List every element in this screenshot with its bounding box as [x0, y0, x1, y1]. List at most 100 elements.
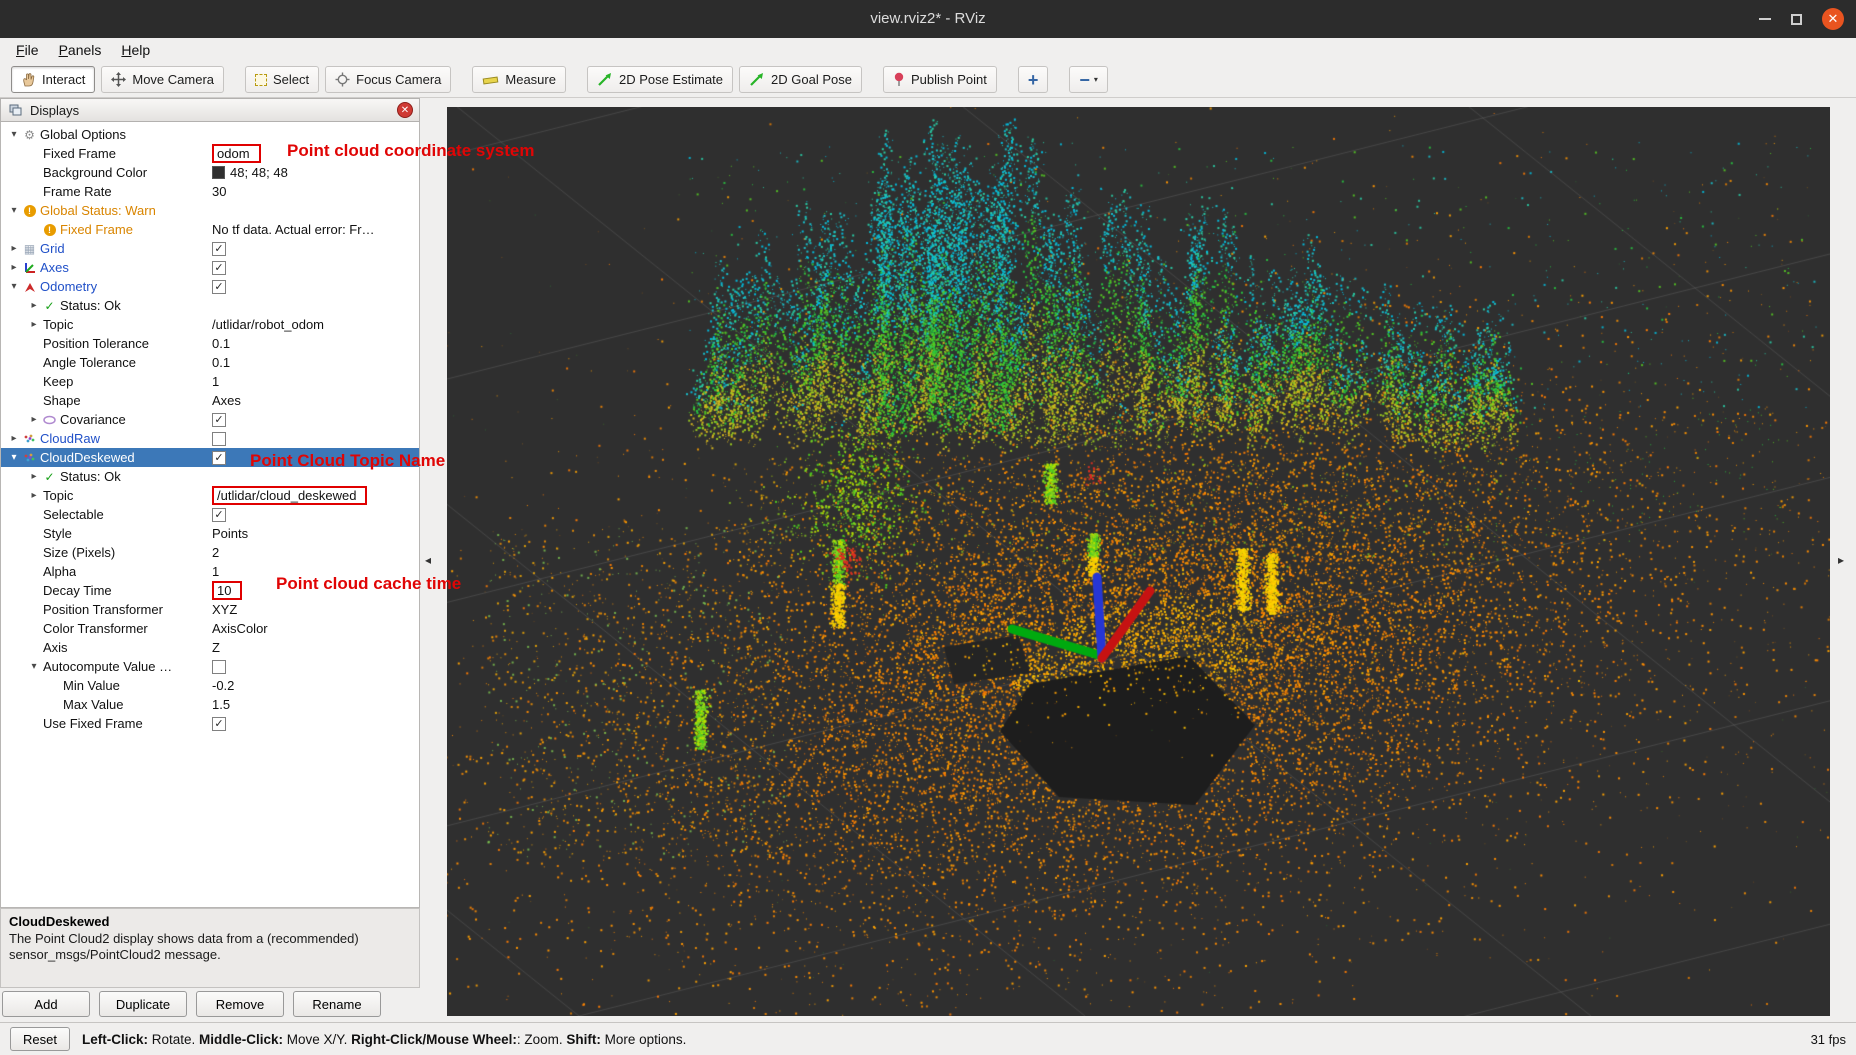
tree-row-position-tolerance[interactable]: Position Tolerance0.1	[1, 334, 419, 353]
property-value[interactable]: /utlidar/cloud_deskewed	[212, 486, 417, 505]
tool-remove-tool[interactable]: −▾	[1069, 66, 1108, 93]
collapse-arrow-icon[interactable]: ▸	[27, 300, 41, 311]
property-value[interactable]: 1	[212, 372, 417, 391]
menu-file[interactable]: File	[8, 40, 47, 60]
expand-arrow-icon[interactable]: ▾	[7, 281, 21, 292]
property-value[interactable]	[212, 429, 417, 448]
tree-row-style[interactable]: StylePoints	[1, 524, 419, 543]
panel-close-icon[interactable]: ✕	[397, 102, 413, 118]
tree-row-odometry[interactable]: ▾Odometry✓	[1, 277, 419, 296]
tree-row-grid[interactable]: ▸▦Grid✓	[1, 239, 419, 258]
tool-interact[interactable]: Interact	[11, 66, 95, 93]
property-value[interactable]: XYZ	[212, 600, 417, 619]
tree-row-selectable[interactable]: Selectable✓	[1, 505, 419, 524]
collapse-arrow-icon[interactable]: ▸	[27, 319, 41, 330]
property-value[interactable]: ✓	[212, 239, 417, 258]
tree-row-angle-tolerance[interactable]: Angle Tolerance0.1	[1, 353, 419, 372]
collapse-arrow-icon[interactable]: ▸	[27, 471, 41, 482]
checkbox-unchecked[interactable]	[212, 660, 226, 674]
tree-row-cloudraw[interactable]: ▸CloudRaw	[1, 429, 419, 448]
property-value[interactable]: AxisColor	[212, 619, 417, 638]
property-value[interactable]: Z	[212, 638, 417, 657]
tool-move-camera[interactable]: Move Camera	[101, 66, 224, 93]
tool-measure[interactable]: Measure	[472, 66, 566, 93]
tree-row-frame-rate[interactable]: Frame Rate30	[1, 182, 419, 201]
collapse-arrow-icon[interactable]: ▸	[27, 490, 41, 501]
menu-help[interactable]: Help	[113, 40, 158, 60]
collapse-right-icon[interactable]: ▸	[1838, 553, 1844, 567]
property-value[interactable]: 30	[212, 182, 417, 201]
tree-row-size-pixels[interactable]: Size (Pixels)2	[1, 543, 419, 562]
tree-row-axes[interactable]: ▸Axes✓	[1, 258, 419, 277]
duplicate-button[interactable]: Duplicate	[99, 991, 187, 1017]
panel-splitter[interactable]: ◂	[420, 98, 447, 1022]
checkbox-unchecked[interactable]	[212, 432, 226, 446]
property-value[interactable]: ✓	[212, 505, 417, 524]
tree-row-status-ok[interactable]: ▸✓Status: Ok	[1, 296, 419, 315]
minimize-icon[interactable]	[1759, 18, 1771, 20]
expand-arrow-icon[interactable]: ▾	[7, 452, 21, 463]
property-value[interactable]: 48; 48; 48	[212, 163, 417, 182]
property-value[interactable]: No tf data. Actual error: Fr…	[212, 220, 417, 239]
checkbox-checked[interactable]: ✓	[212, 508, 226, 522]
tree-row-topic[interactable]: ▸Topic/utlidar/robot_odom	[1, 315, 419, 334]
tool-select[interactable]: Select	[245, 66, 319, 93]
property-value[interactable]: Points	[212, 524, 417, 543]
tree-row-shape[interactable]: ShapeAxes	[1, 391, 419, 410]
tool-publish-point[interactable]: Publish Point	[883, 66, 997, 93]
checkbox-checked[interactable]: ✓	[212, 280, 226, 294]
tree-row-fixed-frame[interactable]: !Fixed FrameNo tf data. Actual error: Fr…	[1, 220, 419, 239]
property-value[interactable]: 0.1	[212, 353, 417, 372]
collapse-arrow-icon[interactable]: ▸	[27, 414, 41, 425]
collapse-left-icon[interactable]: ◂	[425, 553, 431, 567]
rename-button[interactable]: Rename	[293, 991, 381, 1017]
title-bar[interactable]: view.rviz2* - RViz ✕	[0, 0, 1856, 38]
expand-arrow-icon[interactable]: ▾	[27, 661, 41, 672]
collapse-arrow-icon[interactable]: ▸	[7, 433, 21, 444]
tree-row-axis[interactable]: AxisZ	[1, 638, 419, 657]
tree-row-use-fixed-frame[interactable]: Use Fixed Frame✓	[1, 714, 419, 733]
tree-row-topic[interactable]: ▸Topic/utlidar/cloud_deskewed	[1, 486, 419, 505]
collapse-arrow-icon[interactable]: ▸	[7, 262, 21, 273]
3d-viewport-canvas[interactable]	[447, 107, 1830, 1016]
tree-row-autocompute-value[interactable]: ▾Autocompute Value …	[1, 657, 419, 676]
checkbox-checked[interactable]: ✓	[212, 451, 226, 465]
tree-row-covariance[interactable]: ▸Covariance✓	[1, 410, 419, 429]
property-value[interactable]: -0.2	[212, 676, 417, 695]
property-value[interactable]	[212, 657, 417, 676]
property-value[interactable]: ✓	[212, 277, 417, 296]
property-value[interactable]	[212, 296, 417, 315]
tree-row-keep[interactable]: Keep1	[1, 372, 419, 391]
property-value[interactable]: Axes	[212, 391, 417, 410]
property-value[interactable]: ✓	[212, 258, 417, 277]
checkbox-checked[interactable]: ✓	[212, 261, 226, 275]
right-splitter[interactable]: ▸	[1830, 98, 1856, 1022]
collapse-arrow-icon[interactable]: ▸	[7, 243, 21, 254]
reset-button[interactable]: Reset	[10, 1027, 70, 1051]
displays-panel-header[interactable]: Displays ✕	[0, 98, 420, 122]
remove-button[interactable]: Remove	[196, 991, 284, 1017]
property-value[interactable]: 1.5	[212, 695, 417, 714]
property-value[interactable]: 2	[212, 543, 417, 562]
property-value[interactable]	[212, 201, 417, 220]
property-value[interactable]: /utlidar/robot_odom	[212, 315, 417, 334]
property-value[interactable]: ✓	[212, 410, 417, 429]
property-value[interactable]: ✓	[212, 714, 417, 733]
checkbox-checked[interactable]: ✓	[212, 717, 226, 731]
tree-row-min-value[interactable]: Min Value-0.2	[1, 676, 419, 695]
tree-row-max-value[interactable]: Max Value1.5	[1, 695, 419, 714]
tool-2d-goal-pose[interactable]: 2D Goal Pose	[739, 66, 862, 93]
tree-row-position-transformer[interactable]: Position TransformerXYZ	[1, 600, 419, 619]
tree-row-color-transformer[interactable]: Color TransformerAxisColor	[1, 619, 419, 638]
add-button[interactable]: Add	[2, 991, 90, 1017]
expand-arrow-icon[interactable]: ▾	[7, 205, 21, 216]
menu-panels[interactable]: Panels	[51, 40, 110, 60]
tree-row-background-color[interactable]: Background Color48; 48; 48	[1, 163, 419, 182]
tool-add-tool[interactable]: +	[1018, 66, 1049, 93]
property-value[interactable]: 0.1	[212, 334, 417, 353]
maximize-icon[interactable]	[1791, 14, 1802, 25]
tool-2d-pose-estimate[interactable]: 2D Pose Estimate	[587, 66, 733, 93]
checkbox-checked[interactable]: ✓	[212, 242, 226, 256]
tool-focus-camera[interactable]: Focus Camera	[325, 66, 451, 93]
expand-arrow-icon[interactable]: ▾	[7, 129, 21, 140]
